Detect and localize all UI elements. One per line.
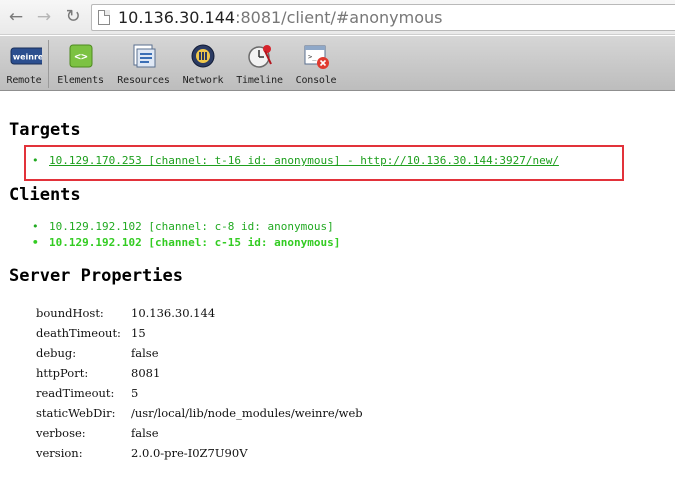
property-key: version: xyxy=(36,446,83,460)
back-arrow-icon[interactable]: ← xyxy=(6,7,26,27)
property-row: httpPort: 8081 xyxy=(36,363,363,383)
client-item-current: 10.129.192.102 [channel: c-15 id: anonym… xyxy=(32,235,340,251)
browser-toolbar: ← → ↻ 10.136.30.144:8081/client/#anonymo… xyxy=(0,0,675,35)
property-value: 15 xyxy=(131,326,146,340)
property-key: verbose: xyxy=(36,426,86,440)
toolbar-elements[interactable]: <> Elements xyxy=(52,36,109,91)
toolbar-label-timeline: Timeline xyxy=(236,75,283,86)
main-content: Targets 10.129.170.253 [channel: t-16 id… xyxy=(0,92,675,503)
property-row: version: 2.0.0-pre-I0Z7U90V xyxy=(36,443,363,463)
property-row: staticWebDir: /usr/local/lib/node_modules… xyxy=(36,403,363,423)
weinre-logo-icon: weinre xyxy=(10,47,42,65)
clients-heading: Clients xyxy=(9,185,81,205)
timeline-icon xyxy=(247,45,272,68)
property-value: false xyxy=(131,426,159,440)
forward-arrow-icon[interactable]: → xyxy=(34,7,54,27)
toolbar-label-elements: Elements xyxy=(57,75,104,86)
toolbar-label-remote: Remote xyxy=(6,75,42,86)
property-value: 8081 xyxy=(131,366,161,380)
weinre-logo-text: weinre xyxy=(13,53,42,62)
address-url[interactable]: 10.136.30.144:8081/client/#anonymous xyxy=(118,8,443,27)
property-value: 10.136.30.144 xyxy=(131,306,216,320)
toolbar-label-console: Console xyxy=(295,75,337,86)
toolbar-resources[interactable]: Resources xyxy=(112,36,175,91)
page-icon xyxy=(98,10,110,25)
toolbar-divider xyxy=(48,40,49,88)
svg-text:>_: >_ xyxy=(308,53,317,61)
server-properties-table: boundHost: 10.136.30.144 deathTimeout: 15 … xyxy=(36,303,363,463)
property-key: debug: xyxy=(36,346,77,360)
client-item: 10.129.192.102 [channel: c-8 id: anonymo… xyxy=(32,219,340,235)
reload-icon[interactable]: ↻ xyxy=(63,7,83,27)
resources-icon xyxy=(133,44,155,68)
property-key: httpPort: xyxy=(36,366,89,380)
svg-text:<>: <> xyxy=(74,50,88,63)
property-key: staticWebDir: xyxy=(36,406,116,420)
toolbar-label-network: Network xyxy=(182,75,224,86)
toolbar-console[interactable]: >_ Console xyxy=(291,36,341,91)
toolbar-remote[interactable]: weinre Remote xyxy=(0,36,48,91)
elements-icon: <> xyxy=(69,44,92,68)
property-row: verbose: false xyxy=(36,423,363,443)
target-item: 10.129.170.253 [channel: t-16 id: anonym… xyxy=(32,153,559,169)
server-properties-heading: Server Properties xyxy=(9,266,183,286)
property-row: boundHost: 10.136.30.144 xyxy=(36,303,363,323)
address-bar[interactable]: 10.136.30.144:8081/client/#anonymous xyxy=(91,4,675,31)
weinre-toolbar: weinre Remote <> Elements Resources Netw… xyxy=(0,36,675,91)
toolbar-label-resources: Resources xyxy=(117,75,170,86)
property-row: debug: false xyxy=(36,343,363,363)
property-row: deathTimeout: 15 xyxy=(36,323,363,343)
toolbar-timeline[interactable]: Timeline xyxy=(233,36,286,91)
targets-heading: Targets xyxy=(9,120,81,140)
toolbar-network[interactable]: Network xyxy=(178,36,228,91)
property-row: readTimeout: 5 xyxy=(36,383,363,403)
clients-list: 10.129.192.102 [channel: c-8 id: anonymo… xyxy=(32,219,340,251)
network-icon xyxy=(191,44,215,68)
property-key: boundHost: xyxy=(36,306,104,320)
property-value: 5 xyxy=(131,386,139,400)
url-host: 10.136.30.144 xyxy=(118,8,236,27)
property-key: deathTimeout: xyxy=(36,326,121,340)
targets-list: 10.129.170.253 [channel: t-16 id: anonym… xyxy=(32,153,559,169)
property-value: /usr/local/lib/node_modules/weinre/web xyxy=(131,406,363,420)
console-icon: >_ xyxy=(304,45,329,69)
target-link[interactable]: 10.129.170.253 [channel: t-16 id: anonym… xyxy=(49,154,559,167)
property-value: 2.0.0-pre-I0Z7U90V xyxy=(131,446,248,460)
property-value: false xyxy=(131,346,159,360)
url-path: :8081/client/#anonymous xyxy=(235,8,443,27)
property-key: readTimeout: xyxy=(36,386,115,400)
